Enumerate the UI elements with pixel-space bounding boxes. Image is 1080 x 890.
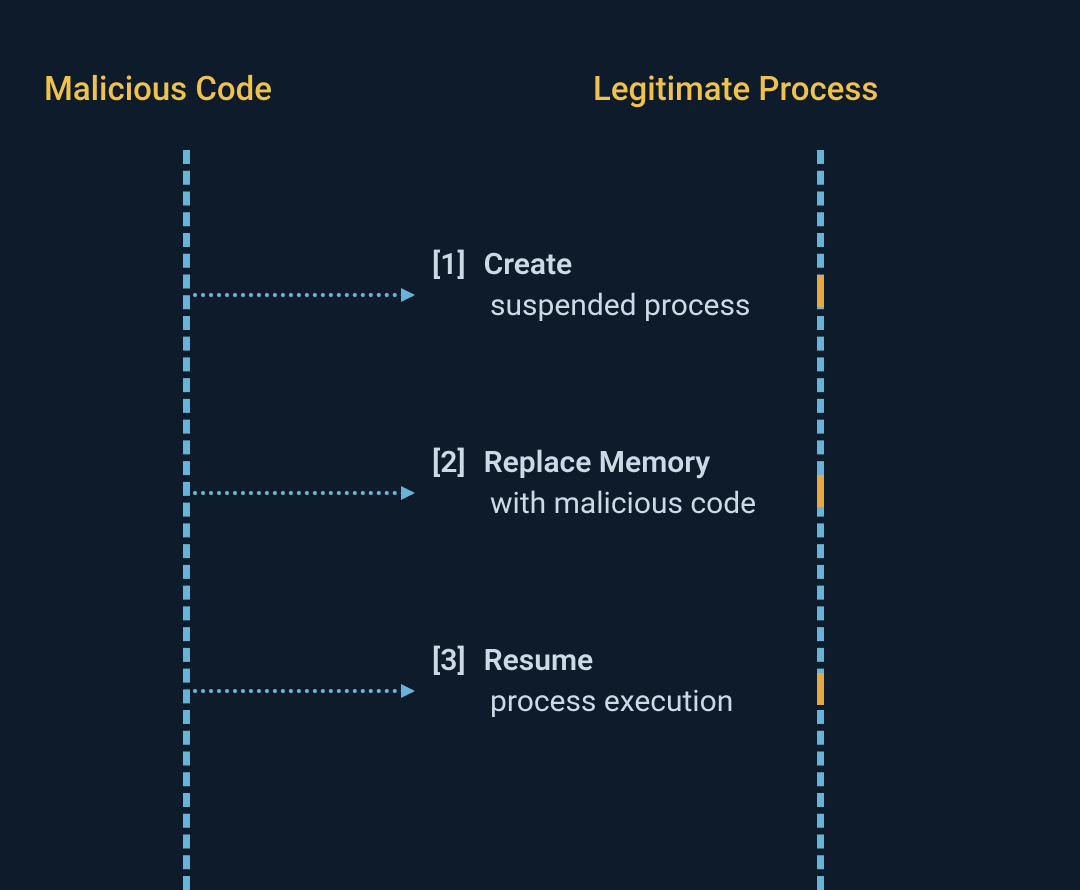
step-3-number: [3] [432,643,466,678]
step-3: [3] Resume process execution [432,643,733,719]
step-3-desc: process execution [490,684,733,719]
step-2-title: Replace Memory [484,445,711,480]
arrow-step-1 [193,293,413,297]
step-1-number: [1] [432,247,466,282]
malicious-code-header: Malicious Code [44,70,272,109]
marker-step-3 [817,673,824,705]
malicious-code-lifeline [183,150,190,890]
marker-step-1 [817,275,824,307]
arrow-step-3 [193,689,413,693]
marker-step-2 [817,475,824,507]
arrow-step-2 [193,491,413,495]
arrow-head-icon [401,288,415,302]
step-3-title: Resume [484,643,594,678]
arrow-head-icon [401,684,415,698]
step-2-number: [2] [432,445,466,480]
step-2: [2] Replace Memory with malicious code [432,445,756,521]
step-1-desc: suspended process [490,288,750,323]
legitimate-process-header: Legitimate Process [593,70,878,109]
step-1: [1] Create suspended process [432,247,750,323]
legitimate-process-lifeline [817,150,824,890]
step-1-title: Create [484,247,573,282]
arrow-head-icon [401,486,415,500]
step-2-desc: with malicious code [490,486,756,521]
